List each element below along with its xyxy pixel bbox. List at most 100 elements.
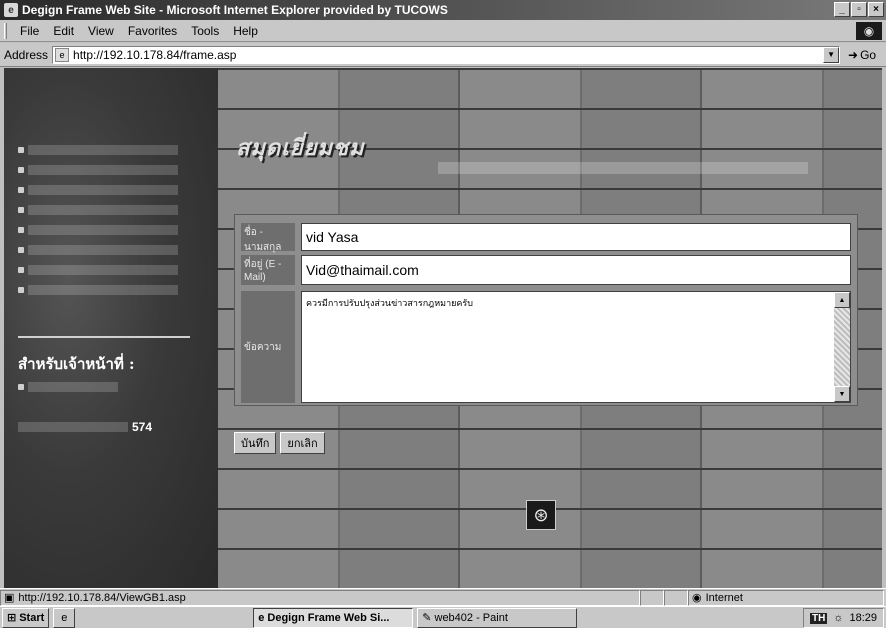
globe-icon[interactable]: ⊛: [526, 500, 556, 530]
zone-label: Internet: [705, 591, 743, 604]
sidebar-link[interactable]: [18, 240, 178, 260]
sidebar-link-text: [28, 165, 178, 175]
task-paint-button[interactable]: ✎ web402 - Paint: [417, 607, 578, 628]
title-bar: e Degign Frame Web Site - Microsoft Inte…: [0, 0, 886, 20]
status-cell: [664, 589, 688, 606]
sidebar: สำหรับเจ้าหน้าที่ : 574: [4, 68, 218, 588]
start-label: Start: [19, 611, 45, 624]
message-row: ข้อความ ควรมีการปรับปรุงส่วนข่าวสารกฎหมา…: [241, 291, 851, 403]
bullet-icon: [18, 187, 24, 193]
zone-cell: ◉ Internet: [688, 589, 884, 606]
windows-flag-icon: ⊞: [7, 612, 17, 624]
sidebar-link-text: [28, 185, 178, 195]
bullet-icon: [18, 287, 24, 293]
page-icon: ▣: [4, 592, 15, 604]
close-button[interactable]: ×: [868, 2, 884, 17]
name-row: ชื่อ - นามสกุล vid Yasa: [241, 223, 851, 253]
maximize-button[interactable]: ▫: [851, 2, 867, 17]
address-input[interactable]: e http://192.10.178.84/frame.asp ▼: [52, 45, 841, 64]
message-textarea[interactable]: ควรมีการปรับปรุงส่วนข่าวสารกฎหมายครับ ▲ …: [301, 291, 851, 403]
clock: 18:29: [849, 612, 877, 624]
sidebar-link-text: [28, 145, 178, 155]
ie-icon: e: [258, 611, 265, 624]
toolbar-grip: [4, 22, 7, 39]
menu-help[interactable]: Help: [226, 24, 265, 38]
message-label: ข้อความ: [241, 291, 295, 403]
sidebar-link-text: [28, 205, 178, 215]
task-paint-label: web402 - Paint: [434, 611, 508, 624]
guestbook-form: ชื่อ - นามสกุล vid Yasa ที่อยู่ (E - Mai…: [234, 214, 858, 406]
bullet-icon: [18, 147, 24, 153]
scroll-down-icon[interactable]: ▼: [834, 386, 850, 402]
staff-heading: สำหรับเจ้าหน้าที่ :: [18, 355, 135, 373]
start-button[interactable]: ⊞ Start: [2, 607, 50, 628]
system-tray: TH ☼ 18:29: [803, 608, 884, 628]
sidebar-link[interactable]: [18, 180, 178, 200]
sidebar-link-text: [28, 245, 178, 255]
email-input[interactable]: Vid@thaimail.com: [301, 255, 851, 285]
bullet-icon: [18, 247, 24, 253]
tray-icon[interactable]: ☼: [833, 612, 843, 624]
visitor-label: [18, 422, 128, 432]
save-button[interactable]: บันทึก: [234, 432, 277, 454]
sidebar-divider: [18, 336, 190, 338]
page-icon: e: [55, 47, 70, 62]
quicklaunch-ie-icon[interactable]: e: [53, 607, 76, 628]
bullet-icon: [18, 227, 24, 233]
sidebar-link-text: [28, 225, 178, 235]
menu-bar: File Edit View Favorites Tools Help: [0, 20, 886, 42]
staff-link-text: [28, 382, 118, 392]
paint-icon: ✎: [422, 612, 432, 624]
scroll-up-icon[interactable]: ▲: [834, 292, 850, 308]
bullet-icon: [18, 384, 24, 390]
form-buttons: บันทึก ยกเลิก: [234, 432, 325, 454]
status-bar: ▣ http://192.10.178.84/ViewGB1.asp ◉ Int…: [0, 588, 886, 606]
visitor-counter: 574: [18, 420, 152, 434]
go-arrow-icon: ➜: [848, 47, 859, 62]
sidebar-link-text: [28, 265, 178, 275]
menu-view[interactable]: View: [81, 24, 121, 38]
sidebar-link[interactable]: [18, 160, 178, 180]
bullet-icon: [18, 167, 24, 173]
logo-subtitle: [438, 162, 808, 174]
task-browser-label: Degign Frame Web Si...: [267, 611, 390, 624]
bullet-icon: [18, 267, 24, 273]
staff-link[interactable]: [18, 382, 118, 392]
sidebar-link[interactable]: [18, 140, 178, 160]
visitor-count: 574: [132, 420, 153, 434]
window-controls: _ ▫ ×: [834, 2, 884, 17]
language-indicator[interactable]: TH: [810, 612, 828, 624]
go-button[interactable]: ➜ Go: [848, 48, 876, 62]
sidebar-link[interactable]: [18, 220, 178, 240]
address-label: Address: [4, 47, 49, 62]
message-text: ควรมีการปรับปรุงส่วนข่าวสารกฎหมายครับ: [306, 298, 473, 308]
windows-logo-icon: ◉: [856, 22, 882, 40]
main-frame: สมุดเยี่ยมชม ชื่อ - นามสกุล vid Yasa ที่…: [218, 68, 882, 588]
address-url: http://192.10.178.84/frame.asp: [73, 47, 237, 62]
taskbar: ⊞ Start e e Degign Frame Web Si... ✎ web…: [0, 606, 886, 628]
sidebar-link[interactable]: [18, 200, 178, 220]
menu-file[interactable]: File: [13, 24, 46, 38]
cancel-button[interactable]: ยกเลิก: [280, 432, 325, 454]
go-label: Go: [860, 47, 877, 62]
sidebar-link-text: [28, 285, 178, 295]
address-dropdown-icon[interactable]: ▼: [823, 46, 840, 63]
task-browser-button[interactable]: e Degign Frame Web Si...: [253, 607, 414, 628]
minimize-button[interactable]: _: [834, 2, 850, 17]
sidebar-link[interactable]: [18, 280, 178, 300]
name-input[interactable]: vid Yasa: [301, 223, 851, 251]
message-scrollbar[interactable]: ▲ ▼: [834, 292, 850, 402]
sidebar-link[interactable]: [18, 260, 178, 280]
menu-favorites[interactable]: Favorites: [121, 24, 184, 38]
bullet-icon: [18, 207, 24, 213]
menu-edit[interactable]: Edit: [46, 24, 81, 38]
ie-icon: e: [4, 3, 18, 17]
window-title: Degign Frame Web Site - Microsoft Intern…: [22, 3, 448, 17]
status-url: http://192.10.178.84/ViewGB1.asp: [18, 591, 186, 604]
web-content: สำหรับเจ้าหน้าที่ : 574 สมุดเยี่ยมชม ชื่…: [4, 68, 882, 588]
sidebar-links: [18, 140, 178, 300]
internet-globe-icon: ◉: [692, 592, 702, 604]
menu-tools[interactable]: Tools: [184, 24, 226, 38]
guestbook-logo: สมุดเยี่ยมชม: [236, 135, 365, 161]
email-row: ที่อยู่ (E - Mail) Vid@thaimail.com: [241, 255, 851, 285]
